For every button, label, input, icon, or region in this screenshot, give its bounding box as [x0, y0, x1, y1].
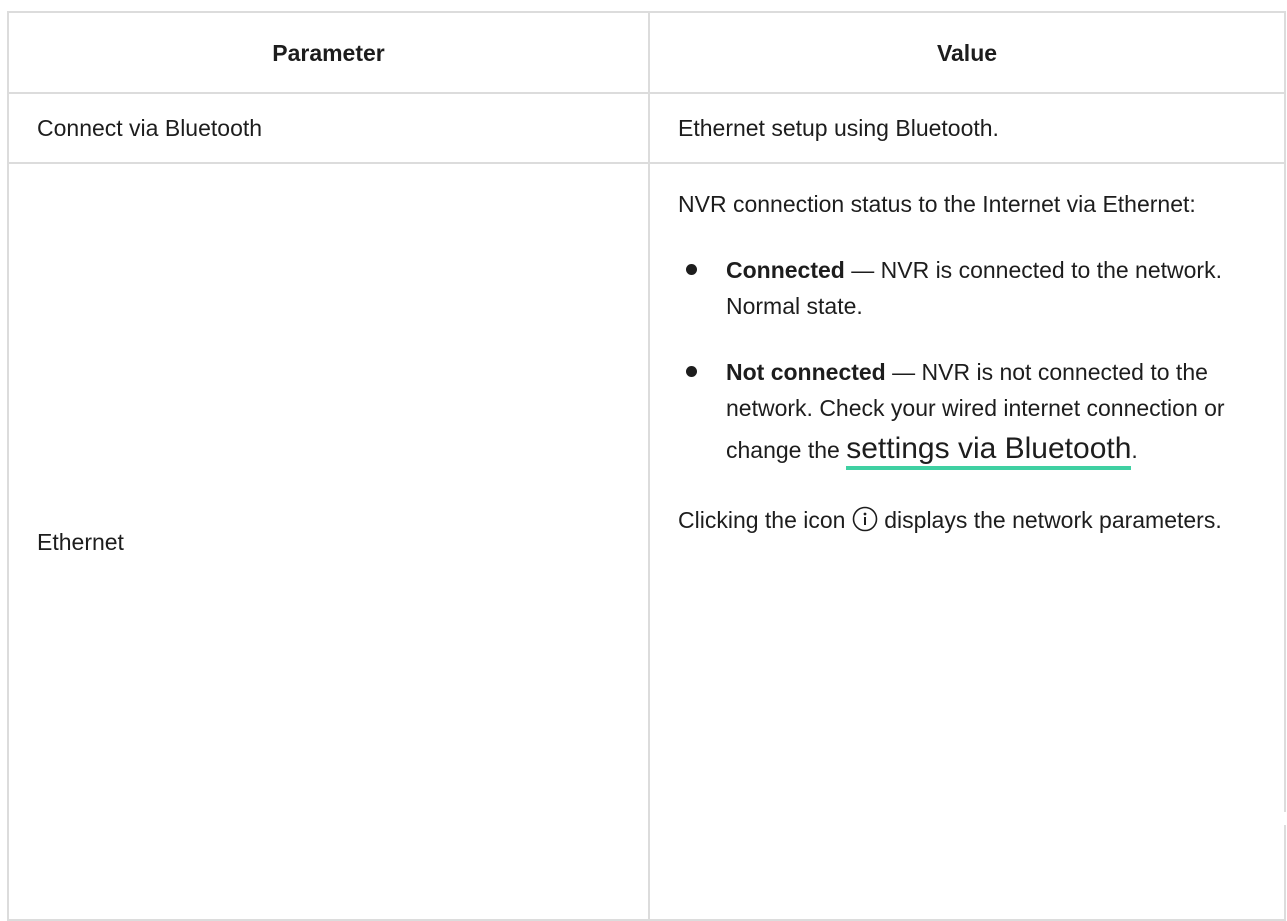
footer-after: displays the network parameters.: [877, 507, 1222, 533]
ethernet-intro: NVR connection status to the Internet vi…: [678, 191, 1196, 217]
table-header-row: Parameter Value: [7, 11, 1286, 94]
parameter-cell: Ethernet: [7, 162, 650, 921]
list-item: Not connected — NVR is not connected to …: [686, 354, 1256, 472]
bullet-icon: [686, 366, 697, 377]
table-left-border: [7, 812, 9, 825]
status-list: Connected — NVR is connected to the netw…: [678, 252, 1256, 472]
table-row: Ethernet NVR connection status to the In…: [7, 162, 1286, 921]
header-value: Value: [648, 11, 1286, 94]
parameters-table-wrap: Parameter Value Connect via Bluetooth Et…: [7, 11, 1286, 921]
status-term: Not connected: [726, 359, 886, 385]
settings-via-bluetooth-link[interactable]: settings via Bluetooth: [846, 432, 1132, 470]
status-desc-end: .: [1131, 437, 1138, 463]
info-icon: [852, 506, 878, 532]
value-cell: NVR connection status to the Internet vi…: [648, 162, 1286, 921]
value-cell: Ethernet setup using Bluetooth.: [648, 92, 1286, 164]
footer-before: Clicking the icon: [678, 507, 852, 533]
header-parameter: Parameter: [7, 11, 650, 94]
parameters-table: Parameter Value Connect via Bluetooth Et…: [7, 11, 1286, 921]
status-term: Connected: [726, 257, 845, 283]
list-item: Connected — NVR is connected to the netw…: [686, 252, 1256, 324]
bullet-icon: [686, 264, 697, 275]
table-mid-border: [648, 812, 650, 825]
table-row: Connect via Bluetooth Ethernet setup usi…: [7, 92, 1286, 164]
table-cutoff: [0, 812, 1287, 825]
parameter-cell: Connect via Bluetooth: [7, 92, 650, 164]
ethernet-footer: Clicking the icon displays the network p…: [678, 502, 1256, 538]
